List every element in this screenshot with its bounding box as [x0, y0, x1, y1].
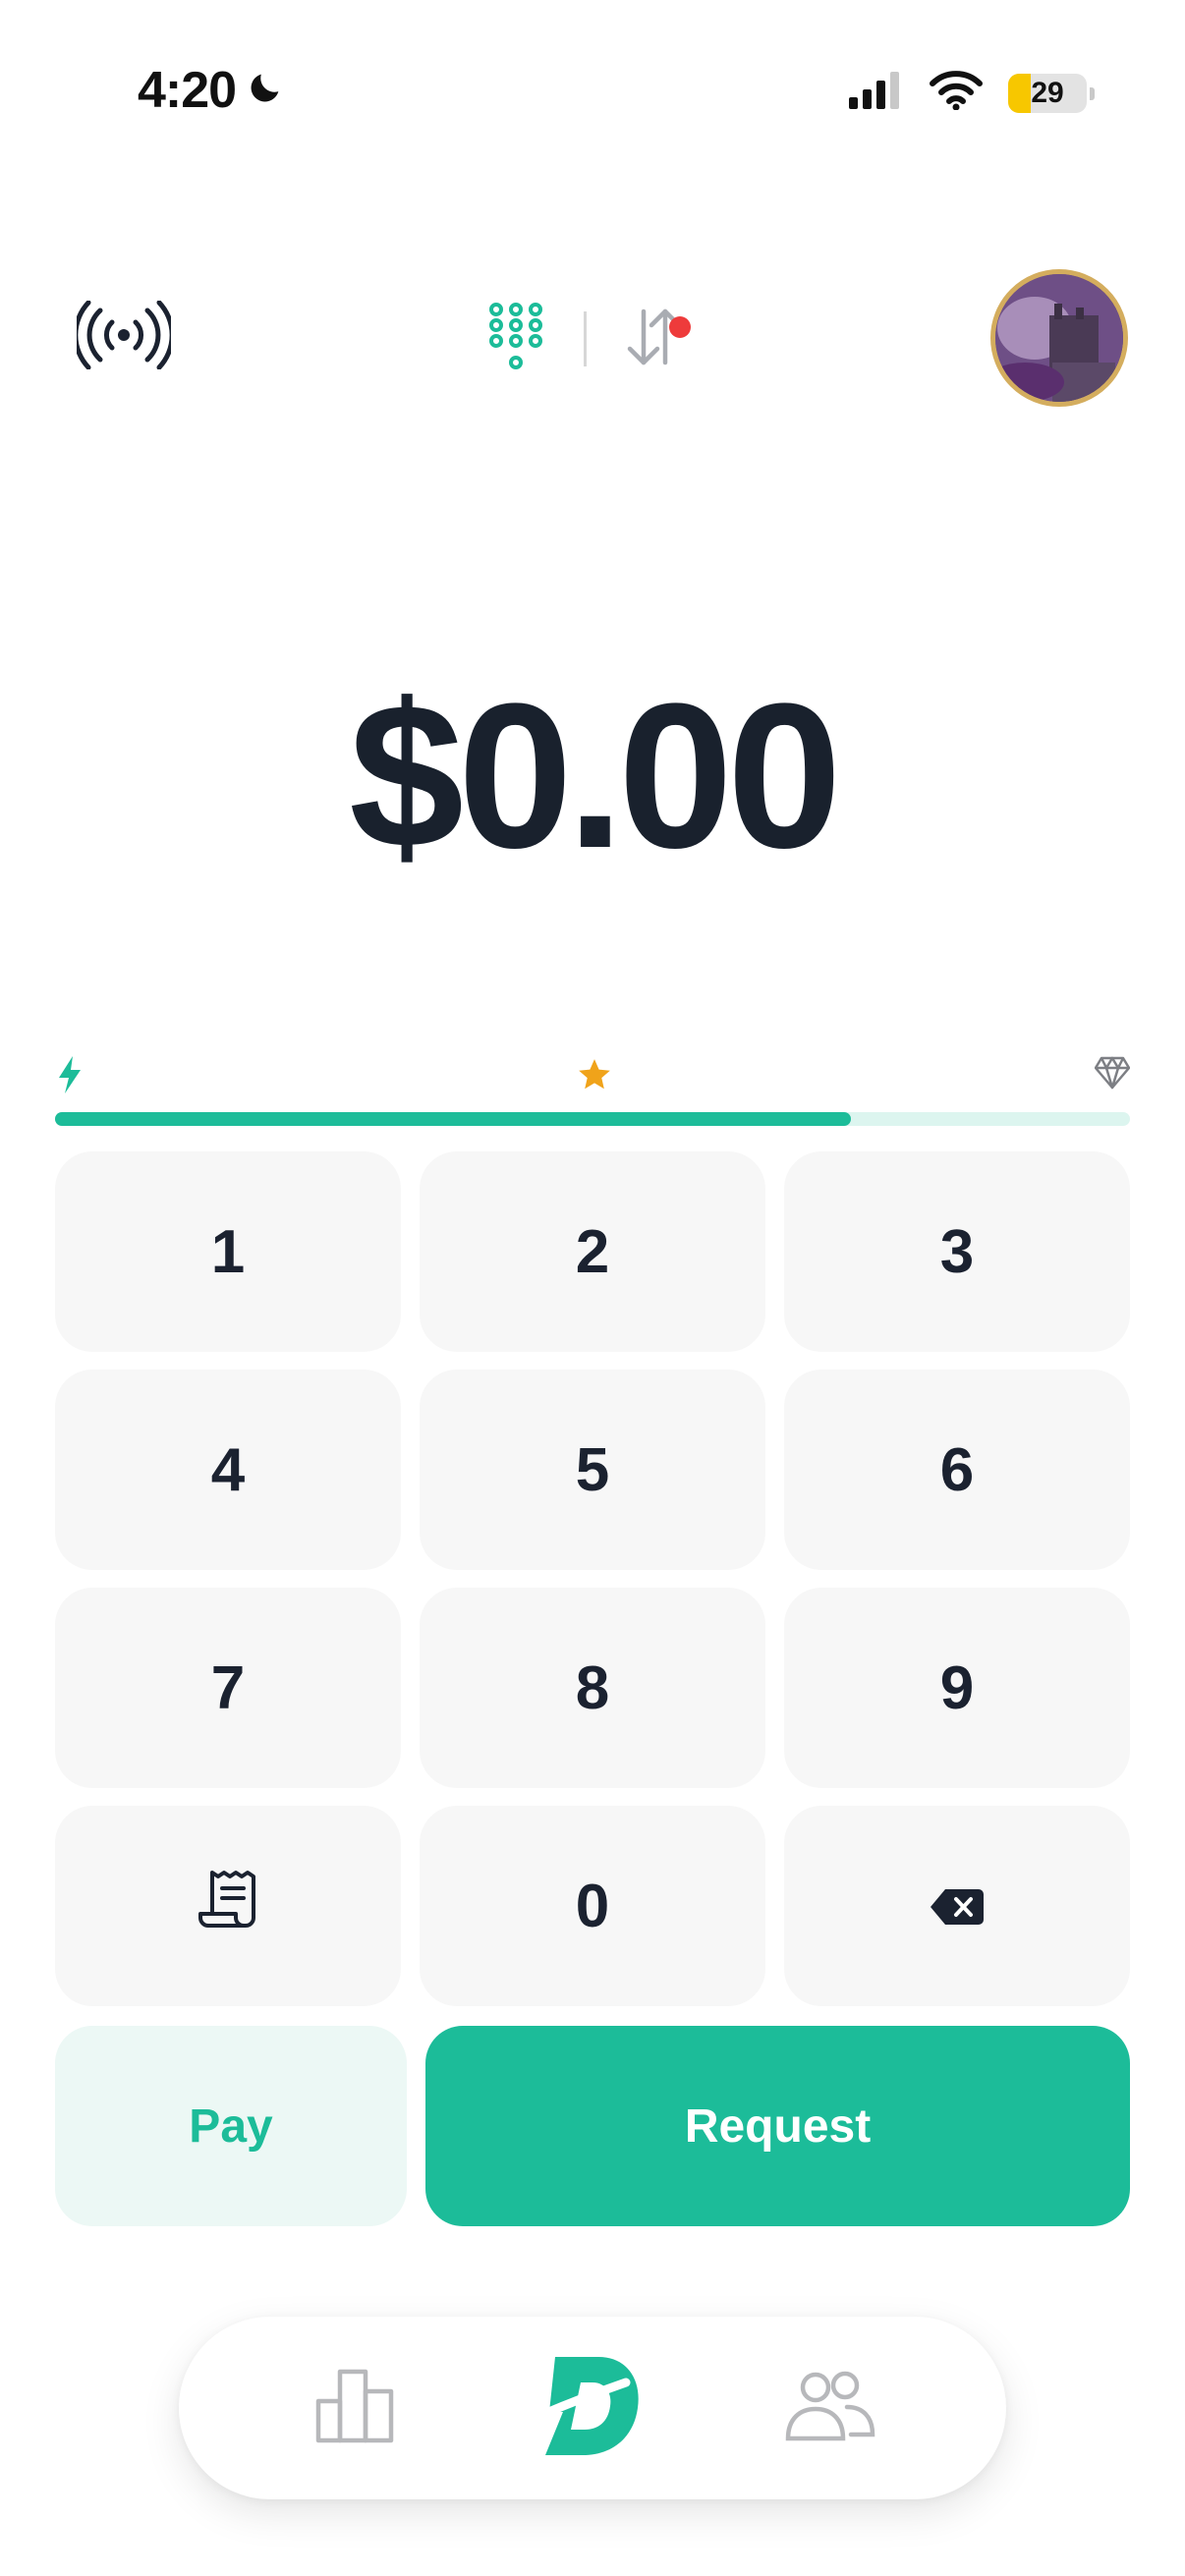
- numeric-keypad: 1 2 3 4 5 6 7 8 9 0: [55, 1151, 1130, 2006]
- key-4[interactable]: 4: [55, 1370, 401, 1570]
- brand-logo-icon: [535, 2353, 644, 2464]
- backspace-key[interactable]: [784, 1806, 1130, 2006]
- key-3[interactable]: 3: [784, 1151, 1130, 1352]
- battery-icon: 29: [1008, 73, 1095, 113]
- amount-display: $0.00: [349, 660, 842, 891]
- people-icon: [782, 2370, 876, 2447]
- cellular-signal-icon: [849, 72, 904, 114]
- status-indicators: 29: [849, 71, 1095, 115]
- reward-progress: [55, 1056, 1131, 1126]
- avatar-photo: [995, 274, 1123, 402]
- nav-people[interactable]: [761, 2339, 898, 2477]
- status-time: 4:20: [138, 61, 285, 120]
- request-button[interactable]: Request: [425, 2026, 1130, 2226]
- nav-stats[interactable]: [287, 2339, 424, 2477]
- pay-button[interactable]: Pay: [55, 2026, 407, 2226]
- notification-dot: [669, 316, 691, 338]
- keypad-mode-button[interactable]: [472, 295, 560, 383]
- bolt-icon: [57, 1056, 83, 1098]
- keypad-icon: [488, 302, 543, 377]
- nearby-broadcast-button[interactable]: [73, 300, 175, 374]
- receipt-icon: [197, 1869, 259, 1944]
- progress-track: [55, 1112, 1130, 1126]
- mode-toggle: [472, 295, 699, 383]
- key-6[interactable]: 6: [784, 1370, 1130, 1570]
- stats-bar-icon: [314, 2368, 397, 2449]
- diamond-icon: [1094, 1056, 1131, 1094]
- key-7[interactable]: 7: [55, 1588, 401, 1788]
- key-8[interactable]: 8: [420, 1588, 765, 1788]
- key-2[interactable]: 2: [420, 1151, 765, 1352]
- receipt-key[interactable]: [55, 1806, 401, 2006]
- battery-level: 29: [1031, 76, 1064, 109]
- activity-button[interactable]: [610, 295, 699, 383]
- progress-fill: [55, 1112, 851, 1126]
- key-0[interactable]: 0: [420, 1806, 765, 2006]
- key-9[interactable]: 9: [784, 1588, 1130, 1788]
- status-bar: 4:20 29: [0, 0, 1185, 177]
- key-1[interactable]: 1: [55, 1151, 401, 1352]
- backspace-icon: [930, 1872, 985, 1941]
- status-time-text: 4:20: [138, 62, 237, 119]
- moon-icon: [246, 61, 285, 120]
- nearby-broadcast-icon: [73, 300, 175, 374]
- bottom-navigation: [179, 2317, 1006, 2499]
- battery-cap: [1090, 86, 1095, 100]
- profile-avatar[interactable]: [990, 269, 1128, 407]
- key-5[interactable]: 5: [420, 1370, 765, 1570]
- wifi-icon: [930, 71, 983, 115]
- top-bar: [0, 265, 1185, 413]
- action-buttons: Pay Request: [55, 2026, 1130, 2226]
- nav-home[interactable]: [524, 2339, 661, 2477]
- star-icon: [576, 1056, 613, 1098]
- mode-divider: [584, 311, 587, 366]
